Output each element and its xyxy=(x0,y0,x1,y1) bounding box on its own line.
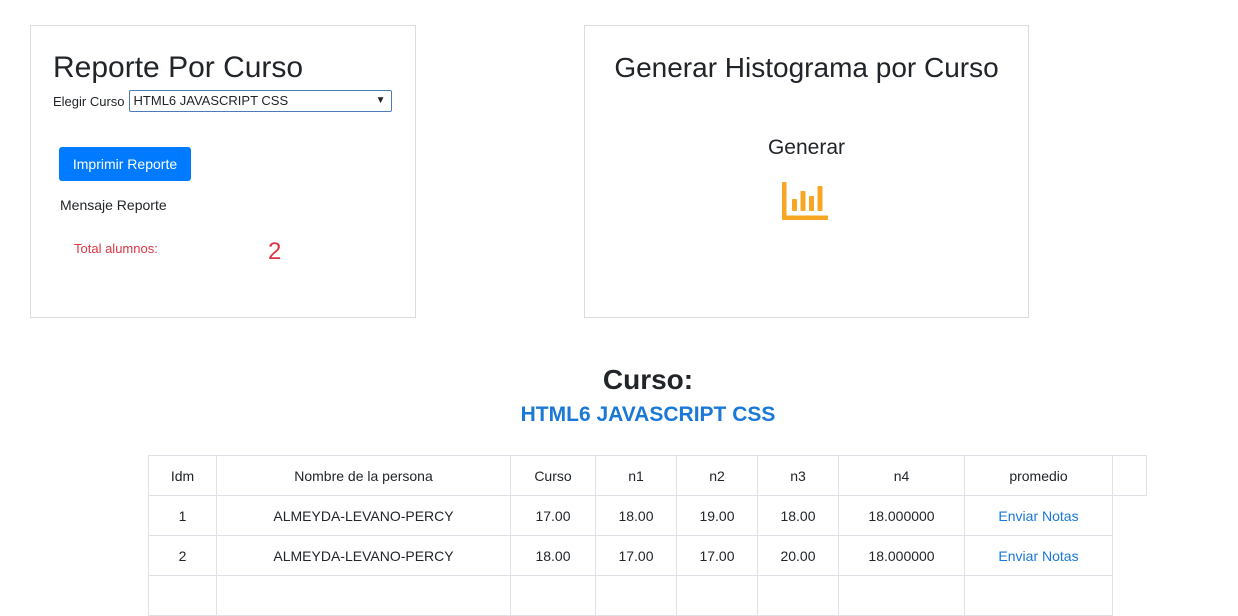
send-grades-link[interactable]: Enviar Notas xyxy=(998,548,1078,564)
cell-curso: 18.00 xyxy=(510,535,596,576)
header-n4: n4 xyxy=(838,455,965,496)
cell-name: ALMEYDA-LEVANO-PERCY xyxy=(216,495,511,536)
cell-promedio: Enviar Notas xyxy=(964,535,1113,576)
cell-n3: 20.00 xyxy=(757,535,839,576)
send-grades-link[interactable]: Enviar Notas xyxy=(998,508,1078,524)
table-header-row: Idm Nombre de la persona Curso n1 n2 n3 … xyxy=(148,455,1147,496)
cell-idm: 2 xyxy=(148,535,217,576)
course-select[interactable]: HTML6 JAVASCRIPT CSS ▼ xyxy=(128,90,392,112)
header-n2: n2 xyxy=(676,455,758,496)
print-report-button[interactable]: Imprimir Reporte xyxy=(59,147,191,181)
cell-n4: 18.000000 xyxy=(838,495,965,536)
table-row-partial xyxy=(148,575,1147,616)
report-card: Reporte Por Curso Elegir Curso HTML6 JAV… xyxy=(30,25,416,318)
caret-down-icon: ▼ xyxy=(375,95,386,106)
cell-n3: 18.00 xyxy=(757,495,839,536)
cell-n1: 18.00 xyxy=(595,495,677,536)
cell-idm: 1 xyxy=(148,495,217,536)
report-message: Mensaje Reporte xyxy=(60,197,167,213)
cell-curso: 17.00 xyxy=(510,495,596,536)
cell-n2: 19.00 xyxy=(676,495,758,536)
course-label: Curso: xyxy=(602,364,694,395)
report-title: Reporte Por Curso xyxy=(53,51,304,84)
bar-chart-icon[interactable] xyxy=(782,182,830,220)
histogram-card: Generar Histograma por Curso Generar xyxy=(584,25,1029,318)
header-n1: n1 xyxy=(595,455,677,496)
cell-promedio: Enviar Notas xyxy=(964,495,1113,536)
course-name: HTML6 JAVASCRIPT CSS xyxy=(520,403,776,426)
generate-label: Generar xyxy=(767,136,846,159)
cell-n4: 18.000000 xyxy=(838,535,965,576)
grades-table: Idm Nombre de la persona Curso n1 n2 n3 … xyxy=(148,455,1147,616)
header-curso: Curso xyxy=(510,455,596,496)
table-row: 2 ALMEYDA-LEVANO-PERCY 18.00 17.00 17.00… xyxy=(148,535,1147,576)
histogram-title: Generar Histograma por Curso xyxy=(614,52,999,83)
cell-n1: 17.00 xyxy=(595,535,677,576)
header-promedio: promedio xyxy=(964,455,1113,496)
course-select-value: HTML6 JAVASCRIPT CSS xyxy=(133,93,289,108)
cell-n2: 17.00 xyxy=(676,535,758,576)
header-name: Nombre de la persona xyxy=(216,455,511,496)
cell-name: ALMEYDA-LEVANO-PERCY xyxy=(216,535,511,576)
header-extra xyxy=(1112,455,1147,496)
course-select-label: Elegir Curso xyxy=(53,93,125,109)
total-students-value: 2 xyxy=(268,238,282,265)
header-idm: Idm xyxy=(148,455,217,496)
header-n3: n3 xyxy=(757,455,839,496)
table-row: 1 ALMEYDA-LEVANO-PERCY 17.00 18.00 19.00… xyxy=(148,495,1147,536)
course-select-row: Elegir Curso HTML6 JAVASCRIPT CSS ▼ xyxy=(53,90,392,112)
total-students-label: Total alumnos: xyxy=(74,241,158,256)
